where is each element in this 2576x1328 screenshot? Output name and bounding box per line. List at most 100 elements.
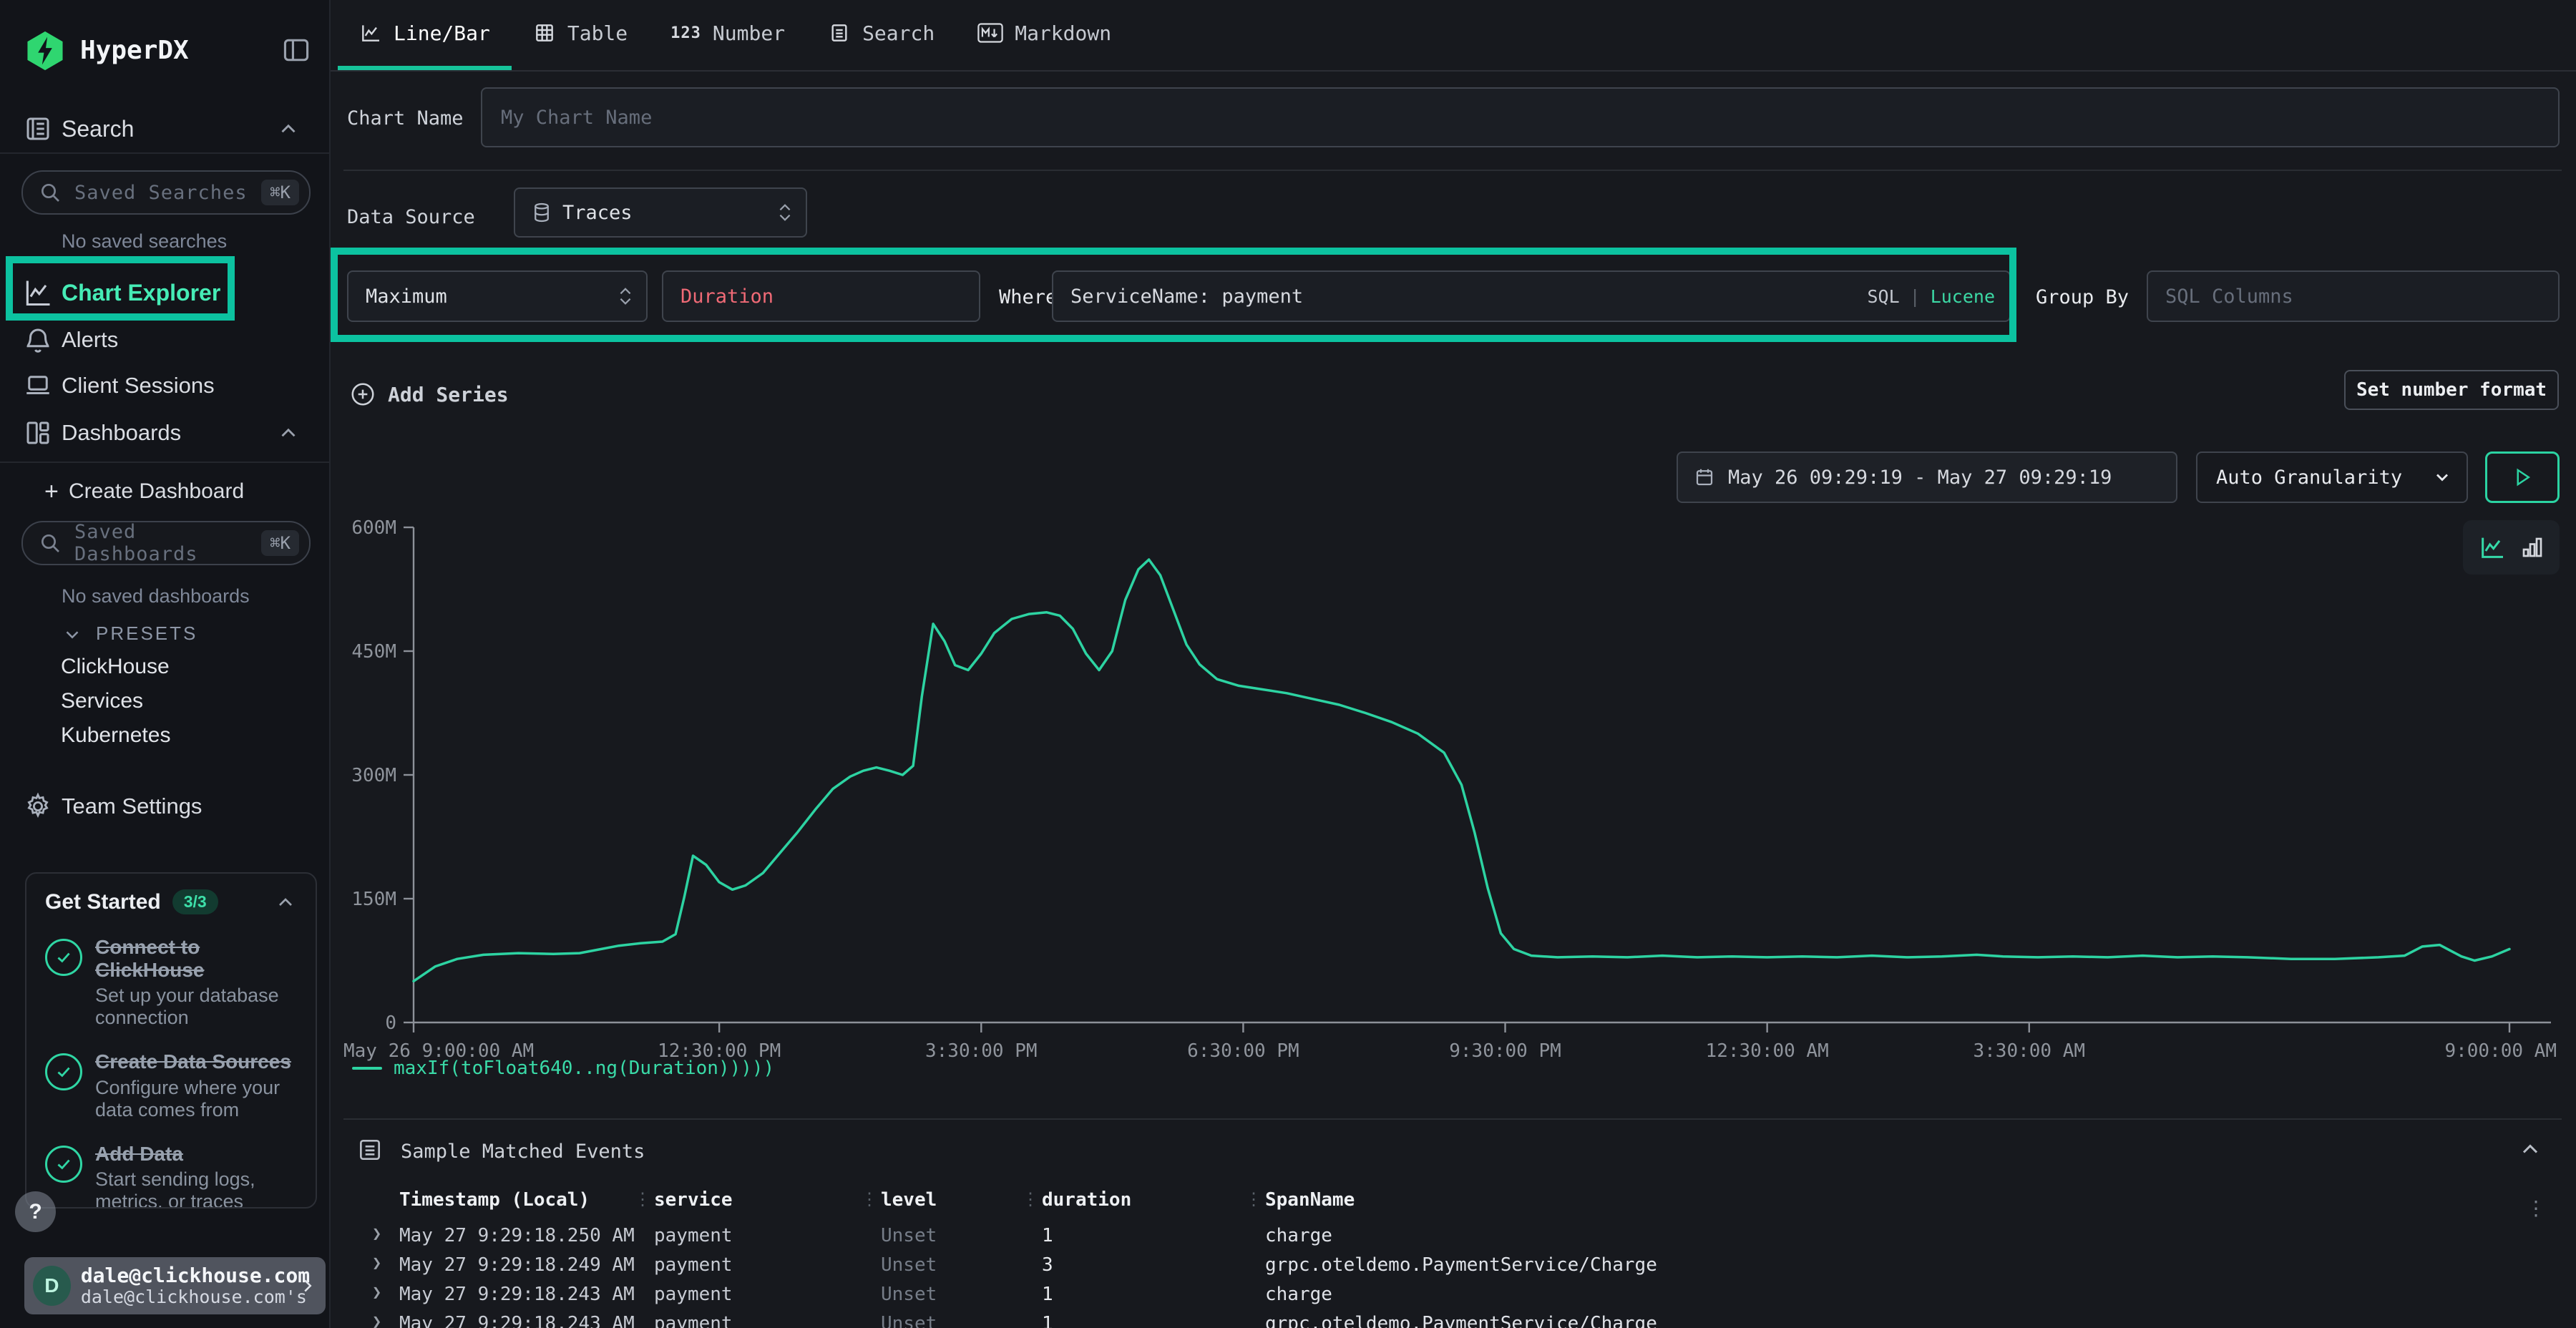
saved-searches-input[interactable]: Saved Searches ⌘K (21, 170, 311, 215)
select-chevrons-icon (777, 203, 793, 222)
row-expand-chevron-icon[interactable]: ❯ (372, 1313, 381, 1328)
column-drag-handle-icon[interactable]: ⋮ (1245, 1189, 1261, 1209)
create-dashboard-button[interactable]: + Create Dashboard (0, 474, 329, 509)
create-dashboard-label: Create Dashboard (69, 479, 244, 504)
hyperdx-logo-icon (23, 29, 67, 73)
collapse-events-chevron-icon[interactable] (2517, 1136, 2543, 1162)
tab-label: Table (567, 21, 628, 45)
chart-name-input[interactable]: My Chart Name (481, 87, 2560, 147)
cell-spanname: grpc.oteldemo.PaymentService/Charge (1265, 1254, 1657, 1276)
sidebar-item-client-sessions[interactable]: Client Sessions (0, 366, 329, 405)
laptop-icon (21, 369, 54, 402)
tab-label: Search (862, 21, 935, 45)
events-list-icon (356, 1136, 384, 1163)
date-range-picker[interactable]: May 26 09:29:19 - May 27 09:29:19 (1677, 451, 2177, 503)
get-started-card: Get Started 3/3 Connect to ClickHouseSet… (25, 872, 317, 1209)
app-title: HyperDX (80, 36, 189, 65)
tab-number[interactable]: 123Number (649, 0, 806, 70)
shortcut-badge: ⌘K (261, 180, 299, 205)
tab-markdown[interactable]: Markdown (956, 0, 1133, 70)
granularity-select[interactable]: Auto Granularity (2196, 451, 2468, 503)
svg-text:150M: 150M (351, 889, 396, 910)
lucene-toggle[interactable]: Lucene (1931, 286, 1995, 307)
dashboard-grid-icon (21, 416, 54, 449)
number-icon: 123 (670, 24, 701, 42)
events-kebab-menu-icon[interactable]: ⋮ (2526, 1196, 2546, 1220)
line-chart-icon (21, 276, 54, 309)
cell-level: Unset (881, 1313, 937, 1328)
preset-clickhouse[interactable]: ClickHouse (61, 655, 170, 679)
shortcut-badge: ⌘K (261, 530, 299, 556)
column-drag-handle-icon[interactable]: ⋮ (634, 1189, 650, 1209)
tab-search[interactable]: Search (806, 0, 956, 70)
cell-spanname: charge (1265, 1284, 1332, 1305)
chevron-down-icon (2432, 467, 2452, 487)
help-button[interactable]: ? (15, 1191, 56, 1232)
chevron-up-icon[interactable] (274, 891, 297, 914)
svg-text:3:30:00 AM: 3:30:00 AM (1973, 1040, 2085, 1062)
tab-table[interactable]: Table (512, 0, 649, 70)
preset-kubernetes[interactable]: Kubernetes (61, 723, 170, 748)
column-header-level[interactable]: level (881, 1189, 937, 1211)
field-input[interactable]: Duration (662, 270, 980, 322)
presets-toggle[interactable]: PRESETS (0, 619, 329, 650)
sidebar-section-search[interactable]: Search (0, 109, 329, 149)
no-saved-searches-note: No saved searches (62, 230, 227, 253)
cell-timestamp: May 27 9:29:18.249 AM (399, 1254, 635, 1276)
column-header-spanname[interactable]: SpanName (1265, 1189, 1355, 1211)
column-drag-handle-icon[interactable]: ⋮ (1022, 1189, 1038, 1209)
run-query-play-button[interactable] (2485, 451, 2560, 503)
get-started-item-desc: Start sending logs, metrics, or traces (95, 1168, 297, 1209)
sidebar-item-label: Client Sessions (62, 373, 215, 399)
chevron-up-icon (276, 117, 301, 141)
tab-line-bar[interactable]: Line/Bar (338, 0, 512, 70)
saved-searches-placeholder: Saved Searches (74, 182, 248, 204)
sidebar-item-label: Chart Explorer (62, 280, 220, 306)
get-started-item[interactable]: Add DataStart sending logs, metrics, or … (45, 1143, 297, 1209)
group-by-input[interactable]: SQL Columns (2147, 270, 2560, 322)
column-header-duration[interactable]: duration (1042, 1189, 1131, 1211)
cell-service: payment (654, 1313, 733, 1328)
data-source-select[interactable]: Traces (514, 187, 807, 238)
saved-dashboards-input[interactable]: Saved Dashboards ⌘K (21, 521, 311, 565)
get-started-item[interactable]: Create Data SourcesConfigure where your … (45, 1050, 297, 1120)
line-chart-icon (359, 21, 382, 44)
row-expand-chevron-icon[interactable]: ❯ (372, 1254, 381, 1272)
where-input[interactable]: ServiceName: payment SQL | Lucene (1052, 270, 2011, 322)
set-number-format-button[interactable]: Set number format (2344, 370, 2559, 410)
set-number-format-label: Set number format (2356, 379, 2547, 401)
sql-toggle[interactable]: SQL (1867, 286, 1899, 307)
get-started-title: Get Started (45, 890, 161, 914)
sidebar-item-dashboards[interactable]: Dashboards (0, 414, 329, 452)
bell-icon (21, 323, 54, 356)
cell-timestamp: May 27 9:29:18.243 AM (399, 1284, 635, 1305)
app-root: HyperDX Search Sa (0, 0, 2576, 1328)
chart-type-tab-bar: Line/Bar Table 123Number Search Markdown (331, 0, 2576, 72)
preset-services[interactable]: Services (61, 689, 143, 713)
column-drag-handle-icon[interactable]: ⋮ (861, 1189, 877, 1209)
column-header-service[interactable]: service (654, 1189, 733, 1211)
divider (0, 152, 329, 154)
sidebar-item-alerts[interactable]: Alerts (0, 321, 329, 359)
plus-circle-icon (349, 381, 376, 408)
sidebar-item-team-settings[interactable]: Team Settings (0, 787, 329, 826)
sidebar-item-chart-explorer[interactable]: Chart Explorer (0, 273, 329, 312)
aggregation-select[interactable]: Maximum (347, 270, 648, 322)
timeseries-chart[interactable]: 0150M300M450M600MMay 26 9:00:00 AM12:30:… (343, 512, 2562, 1084)
data-source-value: Traces (562, 202, 633, 224)
row-expand-chevron-icon[interactable]: ❯ (372, 1284, 381, 1302)
table-icon (533, 21, 556, 44)
row-expand-chevron-icon[interactable]: ❯ (372, 1225, 381, 1243)
tab-label: Markdown (1015, 21, 1111, 45)
add-series-button[interactable]: Add Series (349, 381, 509, 408)
svg-text:300M: 300M (351, 765, 396, 786)
user-profile-bar[interactable]: D dale@clickhouse.com dale@clickhouse.co… (24, 1257, 326, 1314)
column-header-timestamp-local-[interactable]: Timestamp (Local) (399, 1189, 590, 1211)
brand-row: HyperDX (0, 27, 329, 74)
svg-text:450M: 450M (351, 641, 396, 663)
check-circle-icon (45, 1146, 82, 1183)
markdown-icon (977, 22, 1003, 44)
collapse-sidebar-icon[interactable] (280, 34, 312, 66)
get-started-item[interactable]: Connect to ClickHouseSet up your databas… (45, 936, 297, 1029)
divider (343, 170, 2562, 171)
